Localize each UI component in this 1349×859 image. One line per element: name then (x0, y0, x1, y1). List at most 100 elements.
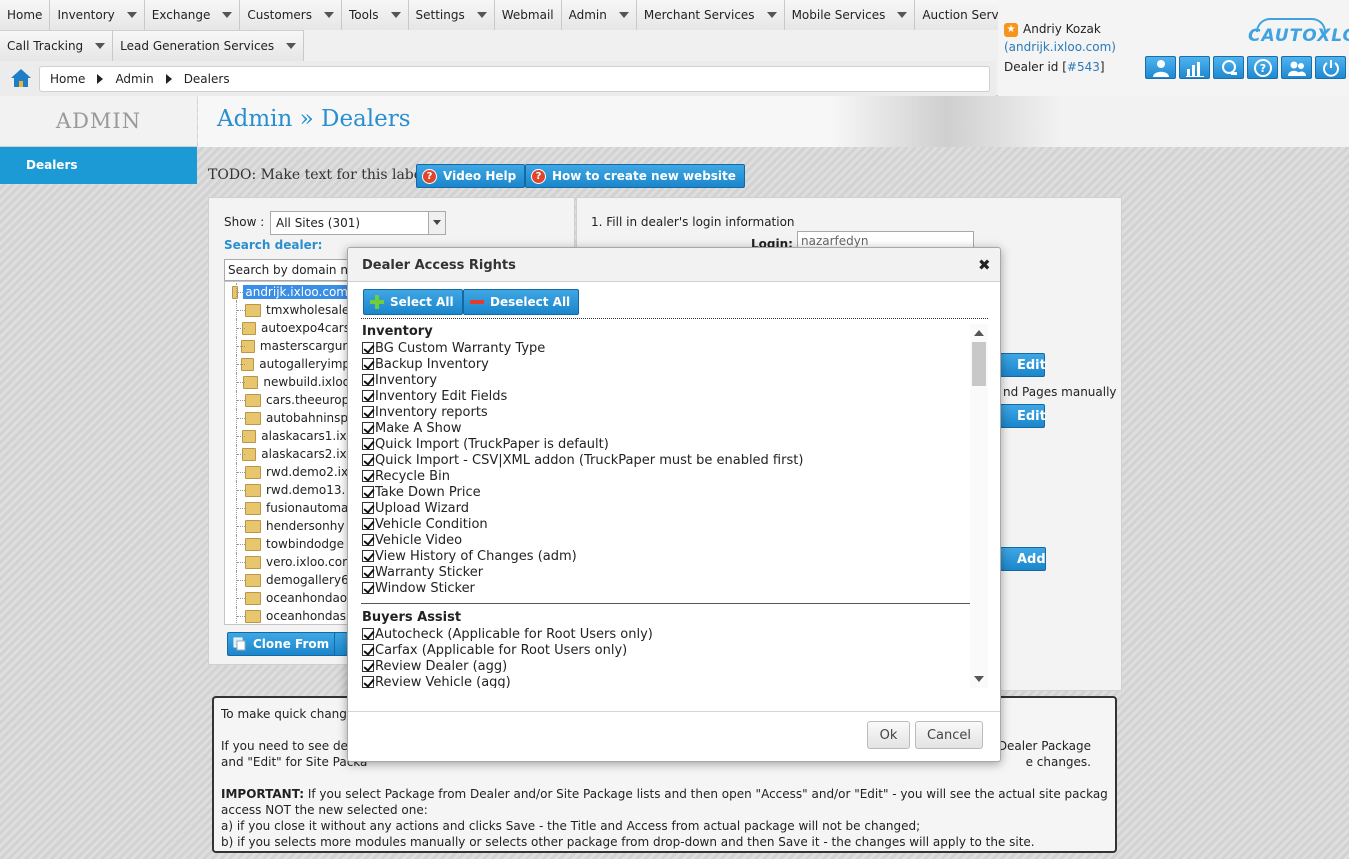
checkbox[interactable] (362, 534, 374, 546)
tree-item[interactable]: oceanhondas (225, 607, 348, 624)
scroll-thumb[interactable] (972, 342, 986, 386)
menu-item-admin[interactable]: Admin (561, 0, 637, 30)
select-all-button[interactable]: Select All (363, 289, 463, 315)
menu-item-customers[interactable]: Customers (240, 0, 342, 30)
menu-item-home[interactable]: Home (0, 0, 51, 30)
add-site-button[interactable] (334, 632, 348, 656)
permission-item[interactable]: Inventory Edit Fields (362, 388, 507, 404)
tree-item[interactable]: vero.ixloo.cor (225, 553, 348, 571)
permission-item[interactable]: Recycle Bin (362, 468, 450, 484)
users-icon[interactable] (1281, 56, 1312, 79)
tree-item[interactable]: alaskacars1.ixl (225, 427, 348, 445)
tree-item[interactable]: autobahninsp (225, 409, 348, 427)
scrollbar[interactable] (970, 324, 988, 688)
checkbox[interactable] (362, 502, 374, 514)
chart-icon[interactable] (1179, 56, 1210, 79)
checkbox[interactable] (362, 676, 374, 688)
permission-item[interactable]: Review Dealer (agg) (362, 658, 507, 674)
tree-item[interactable]: autogalleryimp (225, 355, 348, 373)
menu-item-mobile-services[interactable]: Mobile Services (784, 0, 916, 30)
permission-item[interactable]: Window Sticker (362, 580, 475, 596)
checkbox[interactable] (362, 422, 374, 434)
checkbox[interactable] (362, 660, 374, 672)
permission-item[interactable]: Quick Import - CSV|XML addon (TruckPaper… (362, 452, 803, 468)
menu-item-merchant-services[interactable]: Merchant Services (636, 0, 785, 30)
checkbox[interactable] (362, 644, 374, 656)
tree-item[interactable]: newbuild.ixloo (225, 373, 348, 391)
checkbox[interactable] (362, 518, 374, 530)
menu-item-webmail[interactable]: Webmail (494, 0, 562, 30)
tree-item[interactable]: demogallery6 (225, 571, 348, 589)
permission-item[interactable]: Review Vehicle (agg) (362, 674, 511, 688)
checkbox[interactable] (362, 470, 374, 482)
user-icon[interactable] (1145, 56, 1176, 79)
tree-item[interactable]: andrijk.ixloo.com (225, 283, 348, 301)
tree-item[interactable]: fusionautoma (225, 499, 348, 517)
checkbox[interactable] (362, 454, 374, 466)
permission-item[interactable]: Carfax (Applicable for Root Users only) (362, 642, 627, 658)
menu-item-exchange[interactable]: Exchange (144, 0, 241, 30)
breadcrumb-admin[interactable]: Admin (115, 72, 153, 86)
help-icon[interactable]: ? (1247, 56, 1278, 79)
ok-button[interactable]: Ok (867, 721, 910, 749)
home-icon[interactable] (10, 67, 32, 89)
checkbox[interactable] (362, 438, 374, 450)
checkbox[interactable] (362, 342, 374, 354)
menu-item-settings[interactable]: Settings (408, 0, 495, 30)
permission-item[interactable]: Backup Inventory (362, 356, 489, 372)
checkbox[interactable] (362, 374, 374, 386)
search-dealer-input[interactable]: Search by domain name (224, 259, 364, 281)
support-icon[interactable] (1213, 56, 1244, 79)
checkbox[interactable] (362, 582, 374, 594)
menu-item-tools[interactable]: Tools (341, 0, 409, 30)
video-help-button[interactable]: ? Video Help (416, 164, 526, 188)
checkbox[interactable] (362, 628, 374, 640)
tree-item[interactable]: masterscargun (225, 337, 348, 355)
deselect-all-button[interactable]: Deselect All (463, 289, 580, 315)
cancel-button[interactable]: Cancel (915, 721, 983, 749)
permission-item[interactable]: Vehicle Video (362, 532, 462, 548)
tree-item[interactable]: tmxwholesale (225, 301, 348, 319)
tree-item[interactable]: hendersonhy (225, 517, 348, 535)
scroll-down-icon[interactable] (974, 676, 984, 682)
tree-item[interactable]: oceanhondao (225, 589, 348, 607)
checkbox[interactable] (362, 390, 374, 402)
permission-item[interactable]: Inventory reports (362, 404, 488, 420)
checkbox[interactable] (362, 358, 374, 370)
permission-item[interactable]: View History of Changes (adm) (362, 548, 577, 564)
tree-item[interactable]: rwd.demo13. (225, 481, 348, 499)
scroll-up-icon[interactable] (974, 330, 984, 336)
permission-item[interactable]: Make A Show (362, 420, 461, 436)
permission-item[interactable]: Quick Import (TruckPaper is default) (362, 436, 609, 452)
tree-item[interactable]: alaskacars2.ixl (225, 445, 348, 463)
tree-item[interactable]: towbindodge (225, 535, 348, 553)
checkbox[interactable] (362, 566, 374, 578)
menu-item-lead-generation-services[interactable]: Lead Generation Services (113, 31, 305, 61)
permission-item[interactable]: BG Custom Warranty Type (362, 340, 545, 356)
clone-from-button[interactable]: Clone From (227, 632, 339, 656)
permission-item[interactable]: Vehicle Condition (362, 516, 488, 532)
checkbox[interactable] (362, 406, 374, 418)
permission-item[interactable]: Upload Wizard (362, 500, 469, 516)
permission-item[interactable]: Autocheck (Applicable for Root Users onl… (362, 626, 653, 642)
dealer-id-link[interactable]: #543 (1067, 60, 1100, 74)
tree-item[interactable]: autoexpo4cars (225, 319, 348, 337)
show-select[interactable]: All Sites (301) (270, 211, 446, 235)
permission-item[interactable]: Inventory (362, 372, 437, 388)
edit-button-1[interactable]: Edit (1000, 353, 1046, 377)
edit-button-2[interactable]: Edit (1000, 404, 1046, 428)
add-button[interactable]: Add (1000, 547, 1046, 571)
user-domain-link[interactable]: (andrijk.ixloo.com) (1004, 40, 1116, 54)
close-icon[interactable]: ✖ (978, 256, 991, 274)
permission-item[interactable]: Take Down Price (362, 484, 481, 500)
tree-item[interactable]: rwd.demo2.ix (225, 463, 348, 481)
menu-item-inventory[interactable]: Inventory (50, 0, 145, 30)
power-icon[interactable] (1315, 56, 1346, 79)
checkbox[interactable] (362, 550, 374, 562)
breadcrumb-home[interactable]: Home (50, 72, 85, 86)
menu-item-call-tracking[interactable]: Call Tracking (0, 31, 114, 61)
how-to-create-website-button[interactable]: ? How to create new website (525, 164, 745, 188)
permission-item[interactable]: Warranty Sticker (362, 564, 483, 580)
tree-item[interactable]: cars.theeurop (225, 391, 348, 409)
sidebar-item-dealers[interactable]: Dealers (0, 147, 197, 184)
